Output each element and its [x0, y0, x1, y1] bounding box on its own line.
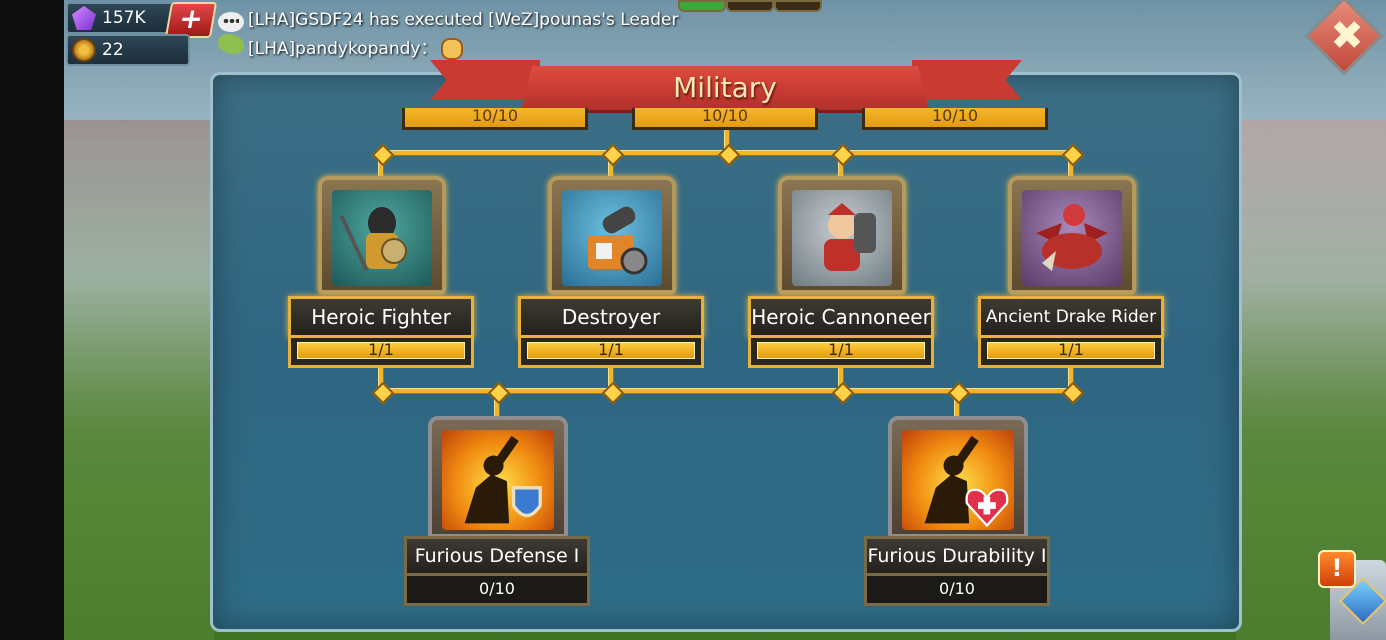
- emoji-icon: [441, 38, 464, 60]
- top-row-progress-1[interactable]: 10/10: [402, 108, 588, 130]
- troop-card-destroyer[interactable]: [548, 176, 676, 294]
- progress-text: 1/1: [1058, 340, 1084, 359]
- furious-defense-icon: [464, 435, 542, 524]
- troop-card-heroic-fighter[interactable]: [318, 176, 446, 294]
- chat-bubble-icon: [218, 12, 244, 32]
- close-icon[interactable]: ✖: [1327, 16, 1367, 56]
- troop-card-heroic-cannoneer[interactable]: [778, 176, 906, 294]
- troop-progress-ancient-drake-rider: 1/1: [978, 338, 1164, 368]
- banner-ribbon-right: [912, 60, 1022, 100]
- skill-card-furious-durability[interactable]: [888, 416, 1028, 538]
- progress-text: 1/1: [828, 340, 854, 359]
- page-indicator-2[interactable]: [726, 0, 774, 12]
- furious-durability-portrait: [902, 430, 1014, 530]
- gem-icon: [72, 6, 96, 30]
- top-row-progress-2[interactable]: 10/10: [632, 108, 818, 130]
- heroic-fighter-portrait: [332, 190, 432, 286]
- troop-progress-destroyer: 1/1: [518, 338, 704, 368]
- heroic-cannoneer-icon: [824, 203, 876, 271]
- skill-progress-furious-durability: 0/10: [864, 576, 1050, 606]
- skill-name-furious-defense: Furious Defense I: [404, 536, 590, 576]
- guild-badge-icon: [218, 34, 244, 54]
- troop-name-heroic-fighter: Heroic Fighter: [288, 296, 474, 338]
- coins-counter[interactable]: 22: [66, 34, 190, 66]
- chat-line-2-text: [LHA]pandykopandy：: [248, 39, 438, 59]
- coin-icon: [72, 38, 96, 62]
- skill-name-furious-durability: Furious Durability I: [864, 536, 1050, 576]
- page-indicator-1[interactable]: [678, 0, 726, 12]
- background-scenery-left: [64, 120, 214, 640]
- chat-line-1[interactable]: [LHA]GSDF24 has executed [WeZ]pounas's L…: [248, 10, 679, 30]
- skill-card-furious-defense[interactable]: [428, 416, 568, 538]
- alert-button[interactable]: !: [1318, 550, 1356, 588]
- skill-progress-furious-defense: 0/10: [404, 576, 590, 606]
- ancient-drake-rider-portrait: [1022, 190, 1122, 286]
- destroyer-portrait: [562, 190, 662, 286]
- buy-gems-button[interactable]: +: [164, 2, 218, 38]
- troop-name-heroic-cannoneer: Heroic Cannoneer: [748, 296, 934, 338]
- furious-durability-icon: [924, 435, 1009, 528]
- troop-progress-heroic-fighter: 1/1: [288, 338, 474, 368]
- troop-name-destroyer: Destroyer: [518, 296, 704, 338]
- progress-text: 1/1: [598, 340, 624, 359]
- troop-progress-heroic-cannoneer: 1/1: [748, 338, 934, 368]
- heroic-cannoneer-portrait: [792, 190, 892, 286]
- coins-value: 22: [102, 40, 124, 60]
- top-row-progress-3[interactable]: 10/10: [862, 108, 1048, 130]
- troop-name-ancient-drake-rider: Ancient Drake Rider: [978, 296, 1164, 338]
- troop-card-ancient-drake-rider[interactable]: [1008, 176, 1136, 294]
- page-indicator-3[interactable]: [774, 0, 822, 12]
- banner-ribbon-left: [430, 60, 540, 100]
- ancient-drake-rider-icon: [1036, 204, 1108, 271]
- heroic-fighter-icon: [339, 207, 407, 272]
- destroyer-icon: [588, 206, 648, 275]
- furious-defense-portrait: [442, 430, 554, 530]
- chat-line-2[interactable]: [LHA]pandykopandy：: [248, 34, 464, 60]
- progress-text: 1/1: [368, 340, 394, 359]
- game-background: 157K + 22 [LHA]GSDF24 has executed [WeZ]…: [64, 0, 1386, 640]
- gems-value: 157K: [102, 8, 146, 28]
